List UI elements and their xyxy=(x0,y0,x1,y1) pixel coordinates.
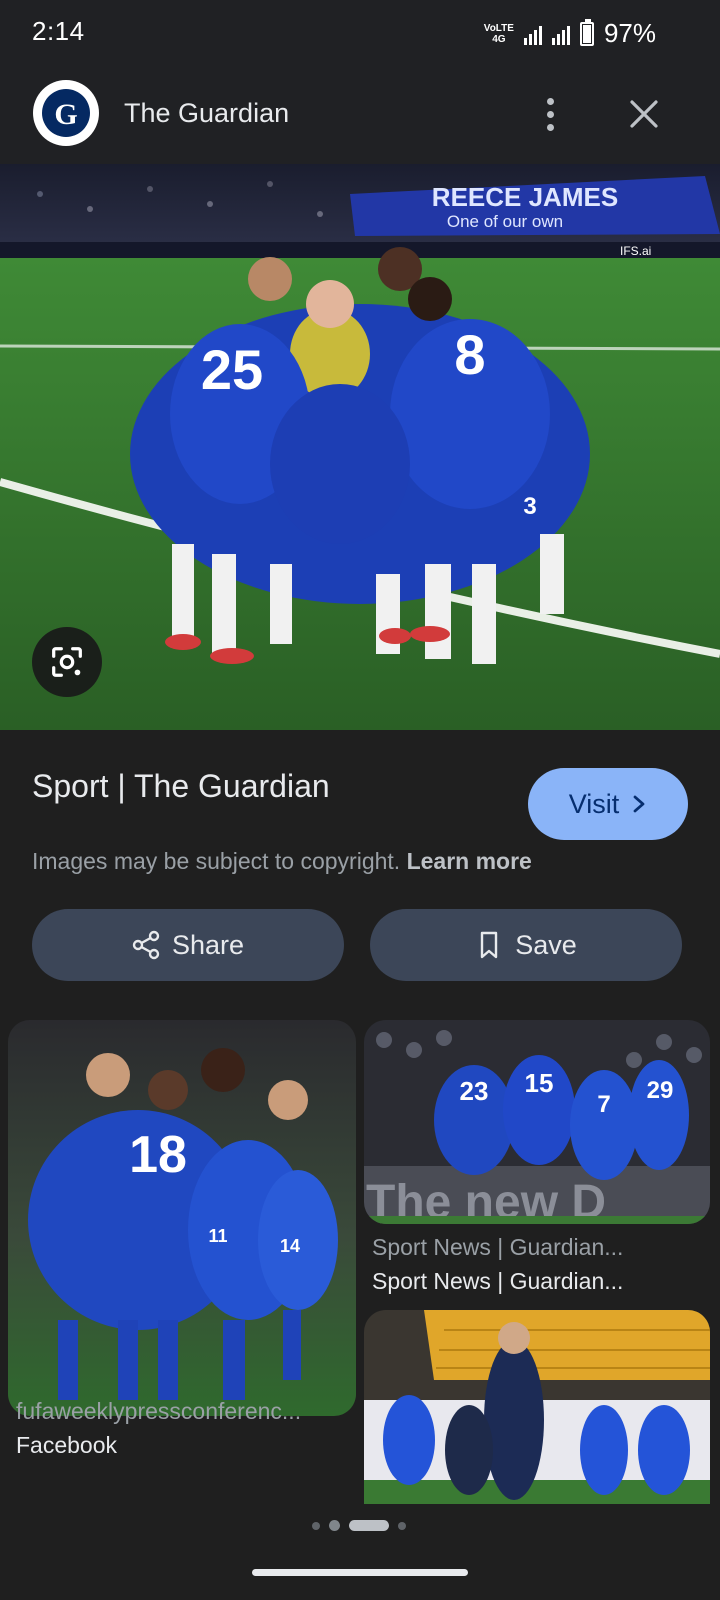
status-bar: 2:14 VoLTE 4G 97% xyxy=(0,0,720,66)
related-image-1[interactable]: 18 11 14 xyxy=(8,1020,356,1416)
battery-percent: 97% xyxy=(603,18,656,48)
copyright-text: Images may be subject to copyright. xyxy=(32,848,401,874)
dot-icon xyxy=(546,110,554,118)
header-title: The Guardian xyxy=(124,98,290,128)
svg-text:15: 15 xyxy=(525,1068,554,1098)
save-label: Save xyxy=(515,929,577,960)
svg-text:IFS.ai: IFS.ai xyxy=(620,244,651,258)
team-huddle-photo: REECE JAMES One of our own IFS.ai 25 8 3 xyxy=(0,164,720,730)
svg-text:G: G xyxy=(54,98,77,129)
battery-icon xyxy=(579,18,594,46)
close-button[interactable] xyxy=(622,92,666,136)
status-time: 2:14 xyxy=(32,16,85,46)
header: G The Guardian xyxy=(0,66,720,164)
signal-icon xyxy=(523,23,542,45)
bookmark-icon xyxy=(481,931,498,959)
page-dot xyxy=(398,1521,406,1530)
svg-text:18: 18 xyxy=(129,1126,187,1184)
hero-image[interactable]: REECE JAMES One of our own IFS.ai 25 8 3 xyxy=(0,164,720,730)
svg-text:25: 25 xyxy=(201,338,263,401)
share-icon xyxy=(132,930,160,960)
home-indicator[interactable] xyxy=(252,1569,468,1576)
related-2-title[interactable]: Sport News | Guardian... xyxy=(372,1268,702,1295)
signal-2-icon xyxy=(551,23,570,45)
page-dot xyxy=(312,1521,320,1530)
svg-text:One of our own: One of our own xyxy=(447,212,563,231)
copyright-notice: Images may be subject to copyright. Lear… xyxy=(32,848,532,875)
close-icon xyxy=(630,100,658,128)
more-options-button[interactable] xyxy=(530,90,570,138)
related-1-source[interactable]: fufaweeklypressconferenc... xyxy=(16,1398,346,1425)
related-1-title[interactable]: Facebook xyxy=(16,1432,346,1459)
status-icons: VoLTE 4G 97% xyxy=(484,18,656,49)
page-dot-active xyxy=(349,1520,389,1531)
dot-icon xyxy=(546,123,554,131)
share-label: Share xyxy=(171,929,245,960)
related-image-3[interactable] xyxy=(364,1310,710,1504)
guardian-g-icon: G xyxy=(54,98,77,129)
net-bottom-label: 4G xyxy=(492,33,506,45)
result-title[interactable]: Sport | The Guardian xyxy=(32,768,330,805)
network-type-icon: VoLTE 4G xyxy=(484,23,514,45)
svg-text:3: 3 xyxy=(523,493,536,520)
svg-text:23: 23 xyxy=(460,1076,489,1106)
carousel-indicator xyxy=(312,1520,406,1531)
learn-more-link[interactable]: Learn more xyxy=(407,848,532,874)
page-dot xyxy=(329,1520,340,1531)
svg-text:8: 8 xyxy=(454,323,485,386)
save-button[interactable]: Save xyxy=(370,909,682,981)
related-2-source[interactable]: Sport News | Guardian... xyxy=(372,1234,702,1261)
share-button[interactable]: Share xyxy=(32,909,344,981)
svg-text:14: 14 xyxy=(280,1236,300,1256)
google-lens-icon xyxy=(52,647,82,677)
related-image-2[interactable]: The new D 23 15 7 29 xyxy=(364,1020,710,1224)
dot-icon xyxy=(546,97,554,105)
guardian-logo[interactable]: G xyxy=(33,80,99,146)
svg-text:29: 29 xyxy=(647,1077,674,1104)
visit-label: Visit xyxy=(568,788,620,819)
celebration-photo: 18 11 14 xyxy=(8,1020,356,1416)
svg-text:REECE JAMES: REECE JAMES xyxy=(432,182,618,212)
stadium-celebration-photo xyxy=(364,1310,710,1504)
visit-button[interactable]: Visit xyxy=(528,768,688,840)
svg-text:7: 7 xyxy=(597,1091,610,1118)
team-celebration-photo: The new D 23 15 7 29 xyxy=(364,1020,710,1224)
svg-text:11: 11 xyxy=(208,1226,227,1246)
net-top-label: VoLTE xyxy=(483,22,514,34)
lens-button[interactable] xyxy=(32,627,102,697)
chevron-right-icon xyxy=(633,795,645,813)
